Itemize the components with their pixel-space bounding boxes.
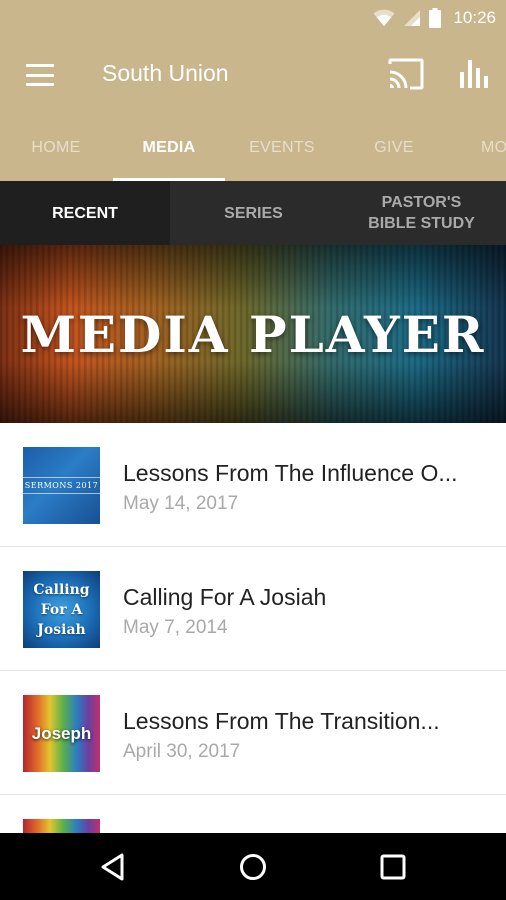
thumbnail-text: SERMONS 2017 [23,477,100,494]
cast-icon[interactable] [388,58,424,90]
media-title: Lessons From The Influence O... [123,460,458,486]
thumbnail-text: Calling For A Josiah [33,581,90,638]
sermon-thumbnail: Joseph [23,695,100,772]
recents-icon[interactable] [377,851,409,883]
tab-media[interactable]: MEDIA [113,114,225,181]
status-bar: 10:26 [0,0,506,36]
equalizer-icon[interactable] [458,58,490,90]
subtab-series[interactable]: SERIES [170,181,337,245]
thumbnail-text: Joseph [31,723,92,743]
media-list: SERMONS 2017 Lessons From The Influence … [0,423,506,795]
back-icon[interactable] [98,851,130,883]
tab-events[interactable]: EVENTS [226,114,338,181]
subtab-pastors-bible-study[interactable]: PASTOR'S BIBLE STUDY [337,181,506,245]
main-tabs: HOME MEDIA EVENTS GIVE MO [0,114,506,181]
tab-home[interactable]: HOME [0,114,112,181]
tab-more[interactable]: MO [450,114,506,181]
media-title: Calling For A Josiah [123,584,327,610]
battery-icon [429,8,442,28]
app-bar: South Union [0,36,506,114]
subtab-recent[interactable]: RECENT [0,181,170,245]
media-subtabs: RECENT SERIES PASTOR'S BIBLE STUDY [0,181,506,245]
media-date: April 30, 2017 [123,741,241,762]
list-item[interactable]: Calling For A Josiah Calling For A Josia… [0,547,506,671]
system-nav-bar [0,833,506,900]
menu-icon[interactable] [26,60,54,90]
media-date: May 7, 2014 [123,617,228,638]
media-date: May 14, 2017 [123,493,239,514]
banner-title: MEDIA PLAYER [20,304,486,364]
app-title: South Union [102,60,229,86]
tab-give[interactable]: GIVE [338,114,450,181]
partial-thumbnail [23,819,100,833]
media-player-banner: MEDIA PLAYER [0,245,506,423]
sermon-thumbnail: SERMONS 2017 [23,447,100,524]
signal-icon [404,10,421,26]
status-time: 10:26 [453,8,496,27]
home-icon[interactable] [237,851,269,883]
media-title: Lessons From The Transition... [123,708,440,734]
list-item[interactable]: SERMONS 2017 Lessons From The Influence … [0,423,506,547]
list-item[interactable]: Joseph Lessons From The Transition... Ap… [0,671,506,795]
sermon-thumbnail: Calling For A Josiah [23,571,100,648]
wifi-icon [373,9,395,26]
